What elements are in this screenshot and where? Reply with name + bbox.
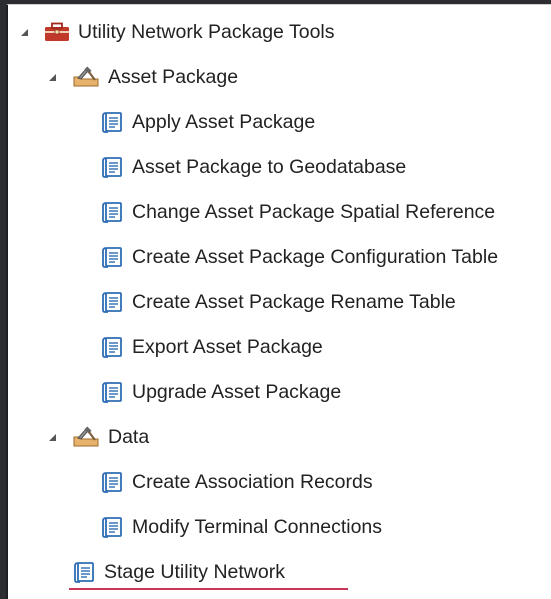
tree-node-utility-network-package-tools[interactable]: Utility Network Package Tools (18, 17, 335, 47)
script-tool-icon (100, 110, 124, 134)
expand-caret-icon[interactable] (46, 71, 58, 83)
script-tool-icon (100, 515, 124, 539)
tree-node-label: Asset Package (108, 66, 239, 88)
script-tool-icon (100, 245, 124, 269)
tool-apply-asset-package[interactable]: Apply Asset Package (100, 107, 315, 137)
script-tool-icon (100, 200, 124, 224)
tool-asset-package-to-geodatabase[interactable]: Asset Package to Geodatabase (100, 152, 406, 182)
tree-node-label: Utility Network Package Tools (78, 21, 335, 43)
expand-caret-icon[interactable] (46, 431, 58, 443)
tool-label: Modify Terminal Connections (132, 516, 383, 538)
tool-label: Stage Utility Network (104, 561, 285, 583)
tree-node-label: Data (108, 426, 150, 448)
tool-label: Create Asset Package Configuration Table (132, 246, 499, 268)
tool-label: Apply Asset Package (132, 111, 316, 133)
tool-label: Export Asset Package (132, 336, 323, 358)
catalog-tree-panel: Utility Network Package Tools Asset Pack… (6, 4, 551, 599)
tool-export-asset-package[interactable]: Export Asset Package (100, 332, 323, 362)
toolbox-icon (44, 22, 70, 42)
script-tool-icon (100, 470, 124, 494)
tree-node-data[interactable]: Data (46, 422, 149, 452)
script-tool-icon (100, 380, 124, 404)
script-tool-icon (100, 155, 124, 179)
tool-label: Change Asset Package Spatial Reference (132, 201, 496, 223)
tool-stage-utility-network[interactable]: Stage Utility Network (72, 557, 285, 587)
tool-create-asset-package-configuration-table[interactable]: Create Asset Package Configuration Table (100, 242, 498, 272)
tool-label: Create Association Records (132, 471, 373, 493)
tool-change-asset-package-spatial-reference[interactable]: Change Asset Package Spatial Reference (100, 197, 495, 227)
script-tool-icon (72, 560, 96, 584)
highlight-underline (69, 588, 348, 590)
tool-create-association-records[interactable]: Create Association Records (100, 467, 373, 497)
tree-node-asset-package[interactable]: Asset Package (46, 62, 238, 92)
toolset-icon (72, 66, 100, 88)
tool-upgrade-asset-package[interactable]: Upgrade Asset Package (100, 377, 341, 407)
expand-caret-icon[interactable] (18, 26, 30, 38)
script-tool-icon (100, 335, 124, 359)
tool-label: Asset Package to Geodatabase (132, 156, 407, 178)
script-tool-icon (100, 290, 124, 314)
toolset-icon (72, 426, 100, 448)
tool-modify-terminal-connections[interactable]: Modify Terminal Connections (100, 512, 382, 542)
tool-create-asset-package-rename-table[interactable]: Create Asset Package Rename Table (100, 287, 456, 317)
tool-label: Create Asset Package Rename Table (132, 291, 456, 313)
tool-label: Upgrade Asset Package (132, 381, 342, 403)
